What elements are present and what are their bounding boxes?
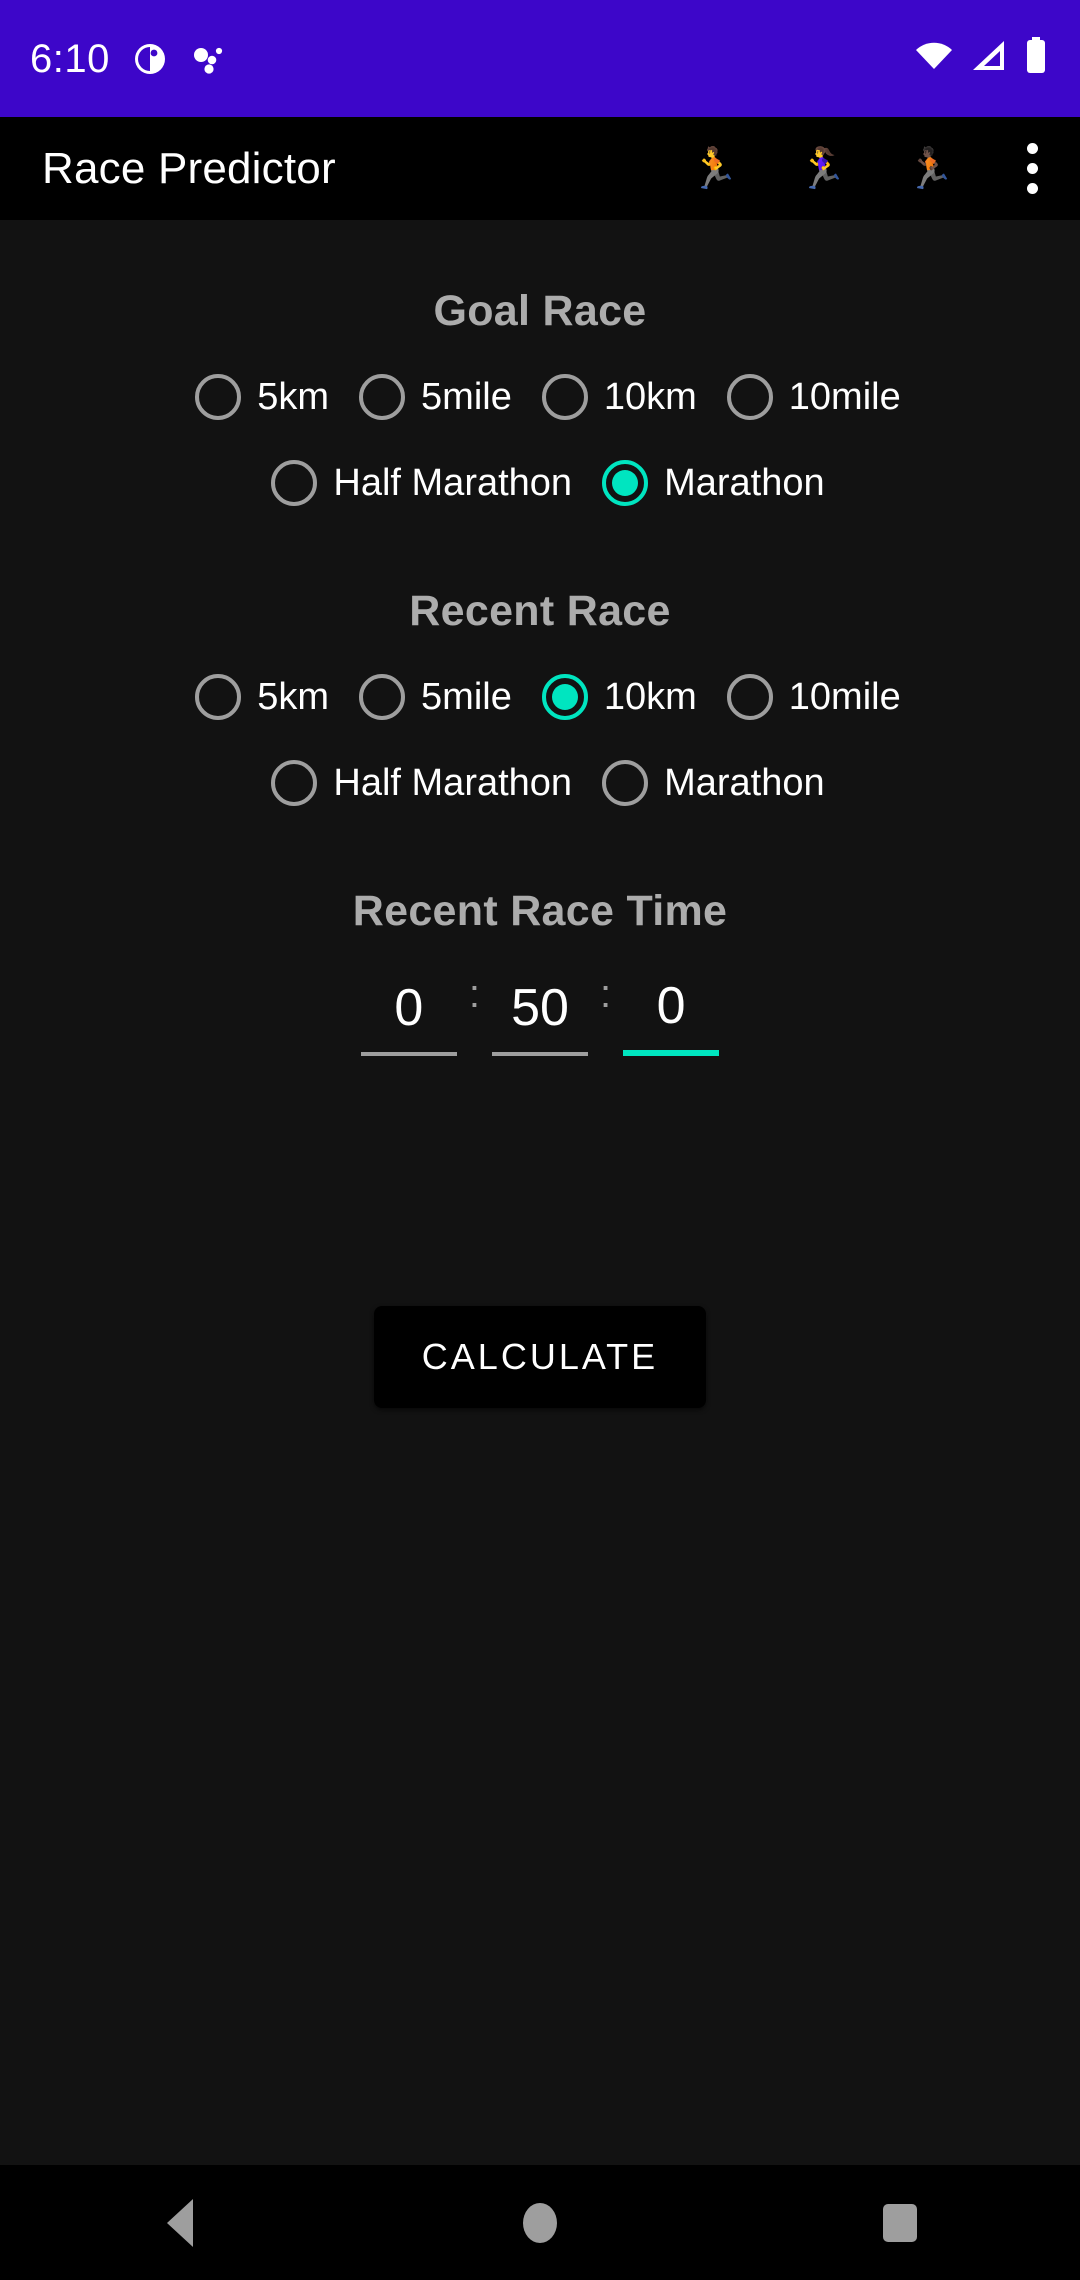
runner-man-icon[interactable]: 🏃 — [660, 117, 768, 220]
battery-icon — [1024, 37, 1048, 80]
app-bar: Race Predictor 🏃 🏃‍♀️ 🏃🏿 — [0, 117, 1080, 220]
radio-circle-icon[interactable] — [271, 460, 318, 506]
hours-field[interactable]: 0 — [360, 977, 457, 1056]
radio-circle-icon[interactable] — [726, 374, 773, 420]
recent-race-options-row-1: 5km 5mile 10km 10mile — [0, 674, 1080, 720]
recent-race-heading: Recent Race — [409, 587, 671, 635]
radio-label: Half Marathon — [333, 761, 573, 804]
page-title: Race Predictor — [42, 143, 336, 193]
radio-circle-icon[interactable] — [195, 374, 242, 420]
goal-race-option-10km[interactable]: 10km — [526, 374, 697, 420]
recent-race-option-5km[interactable]: 5km — [179, 674, 329, 720]
radio-circle-icon[interactable] — [195, 674, 242, 720]
phone-screen: 6:10 — [0, 0, 1080, 2280]
radio-circle-icon[interactable] — [726, 674, 773, 720]
radio-circle-icon[interactable] — [359, 374, 406, 420]
recent-race-time-inputs: 0 : 50 : 0 — [0, 974, 1080, 1056]
recent-race-option-10mile[interactable]: 10mile — [711, 674, 901, 720]
radio-circle-icon[interactable] — [541, 374, 588, 420]
recent-race-time-heading: Recent Race Time — [352, 887, 728, 935]
minutes-value[interactable]: 50 — [510, 977, 570, 1039]
recent-race-option-half-marathon[interactable]: Half Marathon — [255, 760, 572, 806]
radio-circle-icon[interactable] — [271, 760, 318, 806]
radio-circle-selected-icon[interactable] — [541, 674, 588, 720]
goal-race-heading: Goal Race — [433, 287, 647, 335]
seconds-underline-focused — [623, 1050, 720, 1056]
goal-race-option-5km[interactable]: 5km — [179, 374, 329, 420]
radio-label: 10km — [603, 675, 697, 718]
radio-circle-icon[interactable] — [359, 674, 406, 720]
system-navigation-bar — [0, 2165, 1080, 2280]
runner-woman-icon[interactable]: 🏃‍♀️ — [768, 117, 876, 220]
radio-label: Marathon — [664, 761, 825, 804]
recent-race-options-row-2: Half Marathon Marathon — [0, 760, 1080, 806]
home-circle-icon — [523, 2202, 557, 2243]
time-separator-2: : — [600, 972, 612, 1016]
runner-dark-icon[interactable]: 🏃🏿 — [876, 117, 984, 220]
nav-home-button[interactable] — [450, 2165, 630, 2280]
main-content: Goal Race 5km 5mile 10km 10mile Half Mar… — [0, 220, 1080, 2165]
goal-race-option-5mile[interactable]: 5mile — [343, 374, 512, 420]
recent-race-option-5mile[interactable]: 5mile — [343, 674, 512, 720]
time-separator-1: : — [468, 972, 480, 1016]
minutes-field[interactable]: 50 — [492, 977, 588, 1056]
cellular-signal-icon — [970, 39, 1008, 78]
overflow-menu-icon[interactable] — [984, 117, 1080, 220]
radio-label: Marathon — [664, 461, 825, 504]
goal-race-option-marathon[interactable]: Marathon — [586, 460, 825, 506]
notification-circle-icon — [132, 41, 168, 77]
hours-underline — [360, 1052, 457, 1056]
status-bar-right — [914, 37, 1080, 80]
nav-recents-button[interactable] — [810, 2165, 990, 2280]
goal-race-options-row-2: Half Marathon Marathon — [0, 460, 1080, 506]
goal-race-option-10mile[interactable]: 10mile — [711, 374, 901, 420]
radio-circle-icon[interactable] — [602, 760, 649, 806]
seconds-value[interactable]: 0 — [641, 975, 701, 1037]
goal-race-options-row-1: 5km 5mile 10km 10mile — [0, 374, 1080, 420]
back-triangle-icon — [167, 2198, 193, 2247]
radio-label: 5mile — [421, 675, 512, 718]
goal-race-option-half-marathon[interactable]: Half Marathon — [255, 460, 572, 506]
status-bar: 6:10 — [0, 0, 1080, 117]
radio-label: 5km — [257, 675, 330, 718]
seconds-field[interactable]: 0 — [623, 975, 720, 1056]
nav-back-button[interactable] — [90, 2165, 270, 2280]
status-bar-clock: 6:10 — [30, 36, 110, 81]
hours-value[interactable]: 0 — [379, 977, 439, 1039]
radio-label: 10km — [603, 375, 697, 418]
radio-label: Half Marathon — [333, 461, 573, 504]
radio-label: 10mile — [788, 375, 901, 418]
dots-cluster-icon — [190, 41, 226, 77]
app-bar-actions: 🏃 🏃‍♀️ 🏃🏿 — [660, 117, 1080, 220]
recent-race-option-marathon[interactable]: Marathon — [586, 760, 825, 806]
recent-race-option-10km[interactable]: 10km — [526, 674, 697, 720]
minutes-underline — [492, 1052, 588, 1056]
wifi-icon — [914, 39, 954, 78]
calculate-button[interactable]: CALCULATE — [373, 1306, 707, 1408]
calculate-button-wrap: CALCULATE — [0, 1306, 1080, 1408]
radio-label: 5mile — [421, 375, 512, 418]
radio-label: 5km — [257, 375, 330, 418]
radio-label: 10mile — [788, 675, 901, 718]
radio-circle-selected-icon[interactable] — [602, 460, 649, 506]
status-bar-left: 6:10 — [0, 39, 226, 79]
recents-square-icon — [883, 2203, 917, 2242]
